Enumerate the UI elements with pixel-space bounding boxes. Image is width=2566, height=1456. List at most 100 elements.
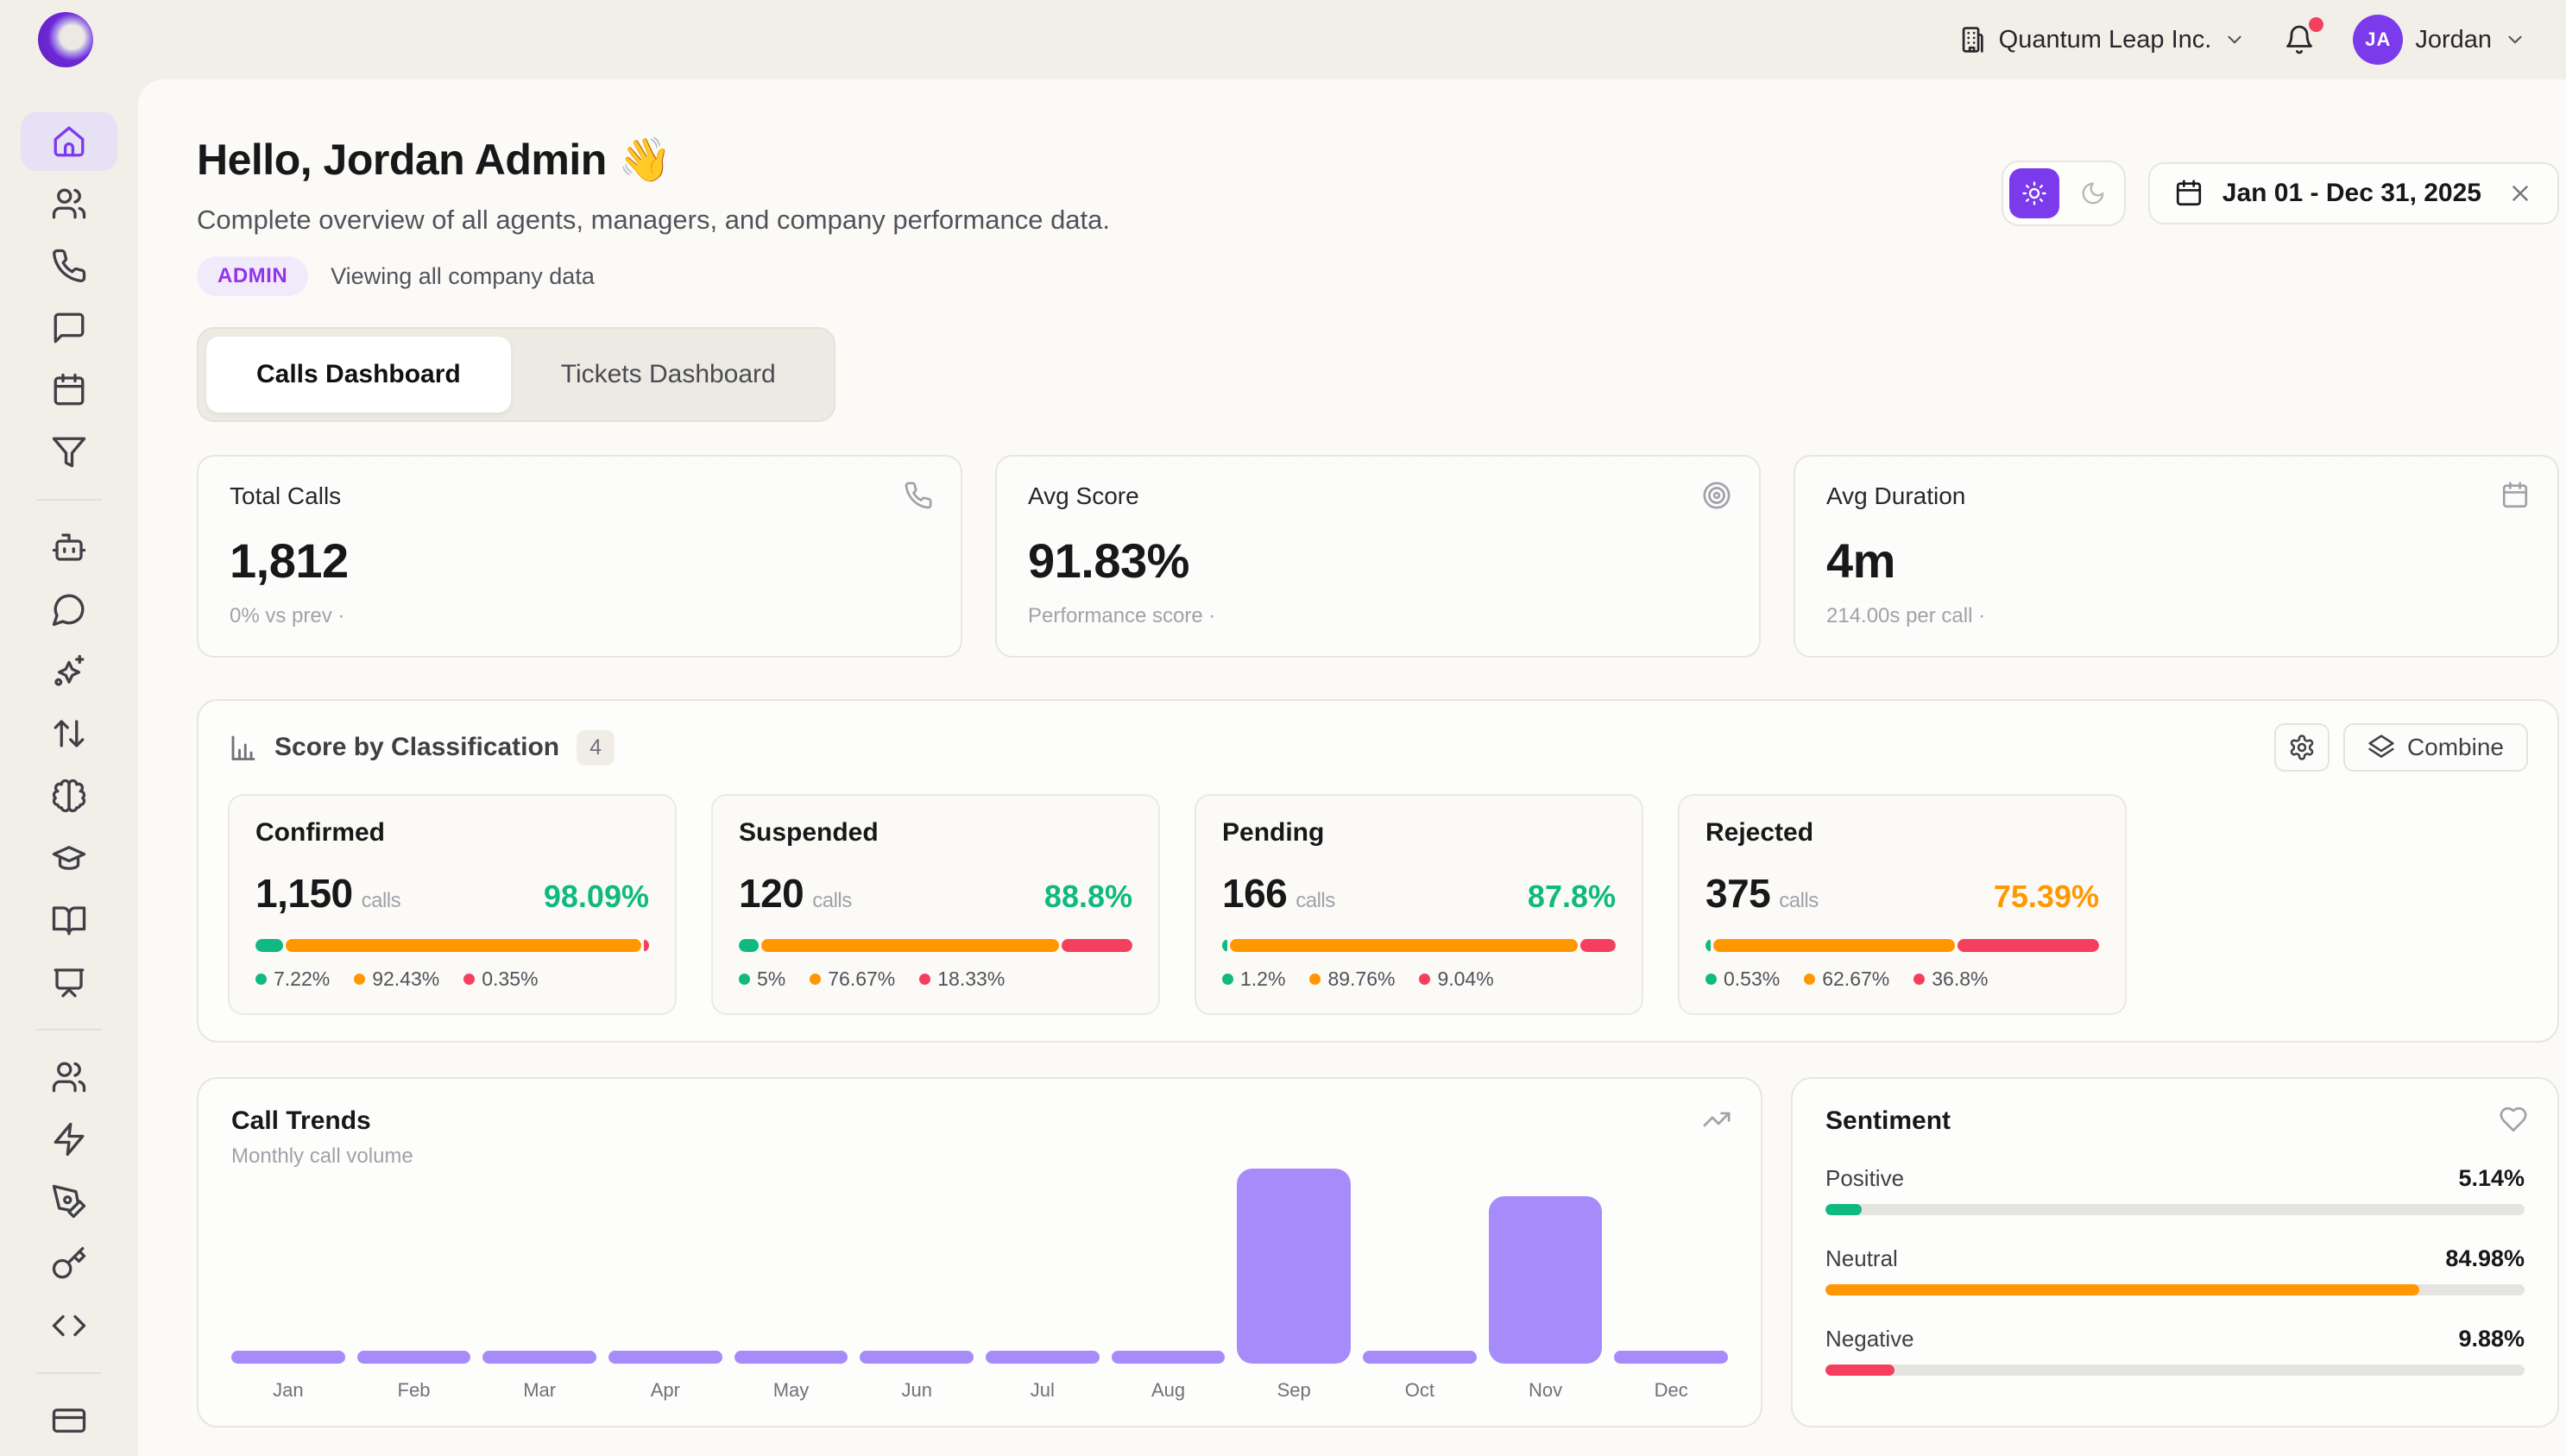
chart-column-feb bbox=[357, 1169, 471, 1364]
x-tick-aug: Aug bbox=[1112, 1379, 1226, 1402]
x-tick-jul: Jul bbox=[986, 1379, 1100, 1402]
legend-item: 62.67% bbox=[1804, 968, 1889, 991]
date-range-picker[interactable]: Jan 01 - Dec 31, 2025 bbox=[2148, 162, 2559, 224]
x-tick-dec: Dec bbox=[1614, 1379, 1728, 1402]
bar-oct bbox=[1363, 1351, 1477, 1364]
users-icon bbox=[51, 186, 87, 222]
sentiment-row-neutral: Neutral 84.98% bbox=[1825, 1245, 2525, 1295]
legend-dot bbox=[1419, 974, 1430, 985]
dark-theme-button[interactable] bbox=[2068, 168, 2118, 218]
tab-calls-dashboard[interactable]: Calls Dashboard bbox=[206, 337, 511, 413]
tab-tickets-dashboard[interactable]: Tickets Dashboard bbox=[511, 337, 826, 413]
layers-icon bbox=[2367, 734, 2395, 761]
sidebar-item-calendar[interactable] bbox=[21, 361, 117, 419]
legend-item: 92.43% bbox=[354, 968, 439, 991]
avatar: JA bbox=[2353, 15, 2403, 65]
sidebar-item-filters[interactable] bbox=[21, 423, 117, 482]
classification-cards: Confirmed 1,150calls 98.09% 7.22%92.43%0… bbox=[228, 794, 2528, 1015]
chart-column-sep bbox=[1237, 1169, 1351, 1364]
light-theme-button[interactable] bbox=[2009, 168, 2059, 218]
sentiment-track bbox=[1825, 1284, 2525, 1295]
message-circle-icon bbox=[51, 591, 87, 627]
user-name: Jordan bbox=[2415, 26, 2492, 54]
company-name: Quantum Leap Inc. bbox=[1999, 26, 2212, 54]
stat-card-avg-duration: Avg Duration 4m 214.00s per call · bbox=[1794, 455, 2559, 658]
bar-segment-green bbox=[1222, 939, 1227, 952]
bar-segment-rose bbox=[1062, 939, 1132, 952]
page-subtitle: Complete overview of all agents, manager… bbox=[197, 205, 1110, 236]
sidebar-divider bbox=[36, 499, 102, 501]
legend-item: 5% bbox=[739, 968, 785, 991]
sentiment-track bbox=[1825, 1204, 2525, 1215]
user-menu[interactable]: JA Jordan bbox=[2353, 15, 2526, 65]
legend-item: 36.8% bbox=[1913, 968, 1988, 991]
app-logo bbox=[38, 12, 93, 67]
sidebar-item-chat[interactable] bbox=[21, 580, 117, 639]
chart-column-jul bbox=[986, 1169, 1100, 1364]
chart-column-may bbox=[734, 1169, 848, 1364]
sidebar-item-training[interactable] bbox=[21, 829, 117, 887]
pen-tool-icon bbox=[51, 1183, 87, 1220]
sidebar-item-home[interactable] bbox=[21, 112, 117, 171]
legend-item: 18.33% bbox=[919, 968, 1005, 991]
sidebar-item-automations[interactable] bbox=[21, 1110, 117, 1169]
notifications-button[interactable] bbox=[2284, 24, 2315, 55]
classification-legend: 0.53% 62.67% 36.8% bbox=[1705, 968, 2099, 991]
classification-settings-button[interactable] bbox=[2274, 723, 2330, 772]
bar-aug bbox=[1112, 1351, 1226, 1364]
sidebar-item-transfers[interactable] bbox=[21, 704, 117, 763]
sidebar-item-design[interactable] bbox=[21, 1172, 117, 1231]
filter-icon bbox=[51, 434, 87, 470]
stat-sub: 0% vs prev · bbox=[230, 604, 930, 628]
sidebar-item-team[interactable] bbox=[21, 174, 117, 233]
x-tick-mar: Mar bbox=[482, 1379, 596, 1402]
sparkles-icon bbox=[51, 653, 87, 690]
sentiment-fill bbox=[1825, 1284, 2419, 1295]
date-range-value: Jan 01 - Dec 31, 2025 bbox=[2222, 179, 2481, 208]
chevron-down-icon bbox=[2504, 28, 2526, 51]
x-tick-apr: Apr bbox=[608, 1379, 722, 1402]
sidebar-item-bot[interactable] bbox=[21, 518, 117, 577]
company-selector[interactable]: Quantum Leap Inc. bbox=[1958, 25, 2247, 54]
legend-item: 0.35% bbox=[463, 968, 538, 991]
stat-value: 91.83% bbox=[1028, 533, 1728, 589]
sidebar-item-calls[interactable] bbox=[21, 236, 117, 295]
sidebar-item-developer[interactable] bbox=[21, 1296, 117, 1355]
classification-legend: 7.22%92.43%0.35% bbox=[255, 968, 649, 991]
stat-card-avg-score: Avg Score 91.83% Performance score · bbox=[995, 455, 1761, 658]
users-icon bbox=[51, 1059, 87, 1095]
sidebar-item-messages[interactable] bbox=[21, 299, 117, 357]
topbar: Quantum Leap Inc. JA Jordan bbox=[0, 0, 2566, 79]
chart-column-dec bbox=[1614, 1169, 1728, 1364]
classification-calls: 166calls bbox=[1222, 870, 1335, 917]
legend-dot bbox=[810, 974, 821, 985]
message-square-icon bbox=[51, 310, 87, 346]
combine-button[interactable]: Combine bbox=[2343, 723, 2528, 772]
sidebar-item-access-keys[interactable] bbox=[21, 1234, 117, 1293]
call-trends-x-axis: JanFebMarAprMayJunJulAugSepOctNovDec bbox=[231, 1379, 1728, 1402]
legend-dot bbox=[739, 974, 750, 985]
classification-legend: 1.2%89.76%9.04% bbox=[1222, 968, 1616, 991]
legend-item: 0.53% bbox=[1705, 968, 1780, 991]
sentiment-fill bbox=[1825, 1365, 1895, 1376]
key-icon bbox=[51, 1245, 87, 1282]
classification-bar bbox=[1705, 939, 2099, 952]
sidebar-item-library[interactable] bbox=[21, 891, 117, 949]
sidebar-item-presentation[interactable] bbox=[21, 953, 117, 1012]
classification-card-pending: Pending 166calls 87.8% 1.2%89.76%9.04% bbox=[1195, 794, 1643, 1015]
building-icon bbox=[1958, 25, 1987, 54]
sidebar-item-ai-sparkles[interactable] bbox=[21, 642, 117, 701]
classification-legend: 5%76.67%18.33% bbox=[739, 968, 1132, 991]
sentiment-track bbox=[1825, 1365, 2525, 1376]
sidebar-item-contacts[interactable] bbox=[21, 1048, 117, 1106]
classification-calls: 375calls bbox=[1705, 870, 1819, 917]
sidebar bbox=[0, 79, 138, 1456]
clear-date-button[interactable] bbox=[2507, 180, 2533, 206]
dashboard-tabs: Calls Dashboard Tickets Dashboard bbox=[197, 327, 835, 422]
sidebar-item-knowledge[interactable] bbox=[21, 766, 117, 825]
bar-segment-orange bbox=[1230, 939, 1578, 952]
stat-value: 4m bbox=[1826, 533, 2526, 589]
stats-row: Total Calls 1,812 0% vs prev · Avg Score… bbox=[197, 455, 2559, 658]
chart-column-mar bbox=[482, 1169, 596, 1364]
sidebar-item-billing[interactable] bbox=[21, 1391, 117, 1450]
